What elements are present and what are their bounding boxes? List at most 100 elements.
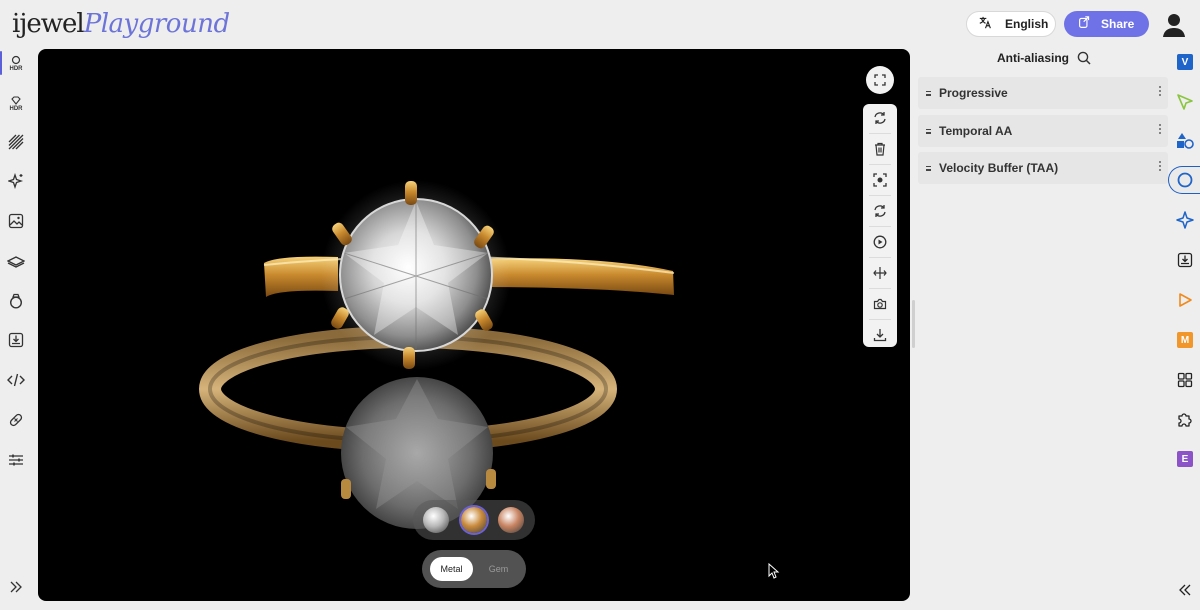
plugin-m-button[interactable]: M — [1171, 326, 1199, 354]
layout-button[interactable] — [1171, 366, 1199, 394]
app-logo[interactable]: ijewelPlayground — [12, 7, 230, 40]
effects-sparkle-button[interactable] — [1171, 206, 1199, 234]
import-icon — [8, 332, 24, 348]
pick-button[interactable] — [1171, 88, 1199, 116]
shapes-icon — [1177, 133, 1194, 149]
focus-button[interactable] — [868, 168, 892, 192]
3d-viewport[interactable]: Metal Gem — [38, 49, 910, 601]
ring-icon — [9, 293, 23, 309]
puzzle-icon — [1178, 413, 1192, 427]
metal-tab[interactable]: Metal — [430, 557, 473, 581]
play-circle-icon — [873, 235, 887, 249]
share-label: Share — [1101, 17, 1135, 31]
code-icon — [7, 373, 25, 387]
download-icon — [873, 329, 887, 342]
export-button[interactable] — [1171, 246, 1199, 274]
play-animation-button[interactable] — [868, 230, 892, 254]
patch-button[interactable] — [3, 407, 29, 433]
hdr-diamond-icon — [11, 95, 21, 105]
silver-swatch[interactable] — [423, 507, 449, 533]
drag-grip-icon[interactable] — [926, 90, 932, 96]
sparkle-icon — [1176, 211, 1194, 229]
gem-tab[interactable]: Gem — [477, 557, 520, 581]
download-button[interactable] — [868, 323, 892, 347]
badge-e-icon: E — [1177, 451, 1193, 467]
collapse-right-panel-button[interactable] — [1171, 576, 1199, 604]
import-button[interactable] — [3, 327, 29, 353]
fullscreen-icon — [874, 74, 886, 86]
left-toolbar: HDR HDR — [0, 48, 32, 610]
ground-plane-icon — [7, 256, 25, 268]
translate-icon — [979, 16, 992, 32]
hdr-label: HDR — [9, 105, 23, 112]
language-button[interactable]: English — [966, 11, 1056, 37]
gold-swatch[interactable] — [461, 507, 487, 533]
reset-view-button[interactable] — [868, 106, 892, 130]
panel-title: Anti-aliasing — [996, 51, 1069, 65]
expand-double-chevron-icon — [10, 581, 22, 593]
badge-v-icon: V — [1177, 54, 1193, 70]
hdr-environment-button[interactable]: HDR — [0, 50, 29, 76]
hdr-environment-icon — [11, 55, 21, 64]
adjustments-button[interactable] — [3, 447, 29, 473]
trash-icon — [875, 142, 885, 156]
turntable-button[interactable] — [868, 261, 892, 285]
rotate-button[interactable] — [868, 199, 892, 223]
drag-grip-icon[interactable] — [926, 165, 932, 171]
hdr-diamond-button[interactable]: HDR — [3, 90, 29, 116]
hatch-pattern-icon — [8, 134, 24, 150]
anti-aliasing-icon — [1177, 172, 1192, 188]
material-type-toggle: Metal Gem — [422, 550, 526, 588]
background-image-button[interactable] — [3, 208, 29, 234]
share-button[interactable]: Share — [1064, 11, 1149, 37]
focus-frame-icon — [873, 173, 887, 187]
row-label: Progressive — [939, 86, 1008, 100]
snapshot-button[interactable] — [868, 292, 892, 316]
badge-m-icon: M — [1177, 332, 1193, 348]
more-options-icon[interactable] — [1159, 161, 1162, 171]
animation-button[interactable] — [1171, 286, 1199, 314]
hdr-label: HDR — [9, 65, 23, 72]
fullscreen-button[interactable] — [866, 66, 894, 94]
temporal-aa-row[interactable]: Temporal AA — [918, 115, 1168, 147]
rose-gold-swatch[interactable] — [498, 507, 524, 533]
app-header: ijewelPlayground English Share — [0, 0, 1200, 48]
rotate-icon — [874, 205, 886, 217]
material-swatch-bar — [413, 500, 535, 540]
anti-aliasing-search-icon[interactable] — [1077, 51, 1091, 65]
effects-button[interactable] — [3, 168, 29, 194]
materials-button[interactable] — [1171, 127, 1199, 155]
grid-icon — [1177, 372, 1193, 388]
rotate-reset-icon — [874, 112, 886, 124]
plugins-button[interactable] — [1171, 405, 1199, 433]
row-label: Temporal AA — [939, 124, 1013, 138]
panel-resize-handle[interactable] — [912, 300, 915, 348]
more-options-icon[interactable] — [1159, 124, 1162, 134]
sparkle-effects-icon — [8, 173, 24, 189]
pointer-select-icon — [1177, 94, 1193, 110]
plugin-e-button[interactable]: E — [1171, 445, 1199, 473]
delete-button[interactable] — [868, 137, 892, 161]
plugin-v-button[interactable]: V — [1171, 48, 1199, 76]
turntable-icon — [873, 267, 887, 279]
ground-button[interactable] — [3, 248, 29, 274]
right-toolbar: V M E — [1168, 48, 1200, 610]
panel-header: Anti-aliasing — [916, 48, 1172, 68]
export-icon — [1177, 252, 1193, 268]
expand-left-panel-button[interactable] — [3, 574, 29, 600]
code-button[interactable] — [3, 367, 29, 393]
pattern-button[interactable] — [3, 129, 29, 155]
progressive-row[interactable]: Progressive — [918, 77, 1168, 109]
play-icon — [1179, 293, 1192, 307]
camera-icon — [873, 298, 887, 310]
user-avatar[interactable] — [1160, 10, 1188, 38]
row-label: Velocity Buffer (TAA) — [939, 161, 1059, 175]
velocity-buffer-row[interactable]: Velocity Buffer (TAA) — [918, 152, 1168, 184]
ring-button[interactable] — [3, 288, 29, 314]
sliders-icon — [9, 454, 23, 466]
bandage-icon — [9, 413, 23, 427]
more-options-icon[interactable] — [1159, 86, 1162, 96]
drag-grip-icon[interactable] — [926, 128, 932, 134]
mouse-cursor-icon — [768, 562, 780, 584]
anti-aliasing-button[interactable] — [1168, 166, 1200, 194]
